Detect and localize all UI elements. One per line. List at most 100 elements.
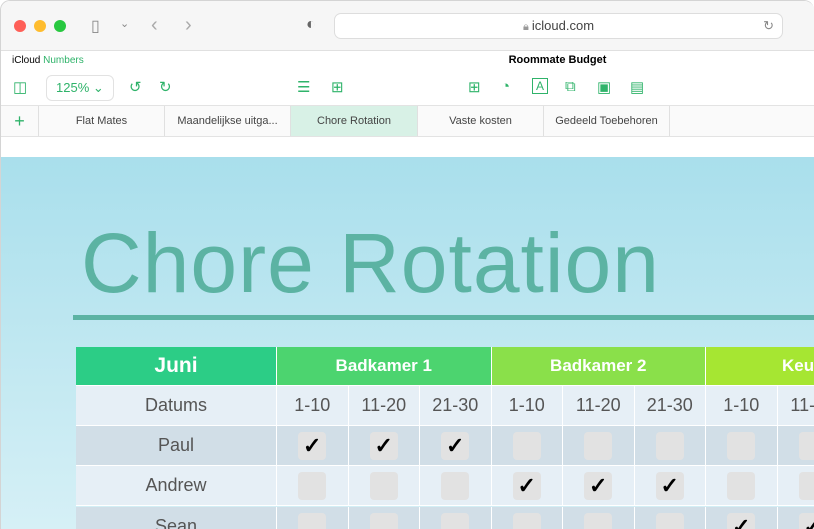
checkbox-cell bbox=[563, 426, 635, 466]
checkbox-cell bbox=[777, 466, 814, 506]
row-name: Andrew bbox=[76, 466, 277, 506]
checkbox[interactable] bbox=[727, 431, 756, 460]
tab-maandelijkse[interactable]: Maandelijkse uitga... bbox=[165, 106, 291, 136]
date-header: 11-20 bbox=[563, 386, 635, 426]
checkbox-cell bbox=[348, 466, 420, 506]
date-header: 1-10 bbox=[706, 386, 778, 426]
table-icon[interactable]: ⊞ bbox=[468, 78, 481, 96]
sheet-canvas: Chore Rotation Juni Badkamer 1 Badkamer 2K… bbox=[1, 157, 814, 529]
tab-chore-rotation[interactable]: Chore Rotation bbox=[291, 106, 418, 136]
checkbox[interactable] bbox=[441, 512, 470, 529]
checkbox[interactable] bbox=[512, 431, 541, 460]
checkbox[interactable]: ✓ bbox=[798, 512, 814, 529]
checkbox[interactable] bbox=[369, 471, 398, 500]
date-header: 1-10 bbox=[491, 386, 563, 426]
date-header: 11-20 bbox=[777, 386, 814, 426]
checkbox[interactable]: ✓ bbox=[369, 431, 398, 460]
text-box-icon[interactable]: A bbox=[532, 78, 549, 94]
list-icon[interactable]: ☰ bbox=[297, 78, 310, 96]
checkbox-cell: ✓ bbox=[634, 466, 706, 506]
minimize-button[interactable] bbox=[34, 20, 46, 32]
zoom-button[interactable] bbox=[54, 20, 66, 32]
group-header: Badkamer 2 bbox=[491, 347, 706, 386]
checkbox-cell bbox=[634, 426, 706, 466]
tab-vaste-kosten[interactable]: Vaste kosten bbox=[418, 106, 544, 136]
browser-toolbar: ▯ ⌄ ‹ › ◐ 🔒︎ icloud.com ↻ bbox=[1, 1, 814, 51]
redo-icon[interactable]: ↻ bbox=[159, 78, 172, 96]
checkbox-cell: ✓ bbox=[420, 426, 492, 466]
checkbox[interactable]: ✓ bbox=[512, 471, 541, 500]
sidebar-icon[interactable]: ▯ bbox=[91, 16, 100, 36]
checkbox[interactable] bbox=[798, 471, 814, 500]
undo-icon[interactable]: ↺ bbox=[129, 78, 142, 96]
checkbox[interactable]: ✓ bbox=[727, 512, 756, 529]
checkbox[interactable]: ✓ bbox=[441, 431, 470, 460]
checkbox[interactable] bbox=[441, 471, 470, 500]
checkbox-cell bbox=[420, 466, 492, 506]
checkbox-cell bbox=[277, 466, 349, 506]
checkbox[interactable] bbox=[298, 471, 327, 500]
checkbox[interactable] bbox=[727, 471, 756, 500]
sidebar-toggle-icon[interactable]: ◫ bbox=[13, 78, 27, 96]
checkbox-cell bbox=[777, 426, 814, 466]
checkbox[interactable]: ✓ bbox=[584, 471, 613, 500]
url-text: icloud.com bbox=[531, 18, 595, 33]
forward-icon[interactable]: › bbox=[185, 14, 192, 37]
back-icon[interactable]: ‹ bbox=[151, 14, 158, 37]
sheet-title: Chore Rotation bbox=[81, 216, 660, 310]
checkbox[interactable] bbox=[584, 512, 613, 529]
date-header: 1-10 bbox=[277, 386, 349, 426]
sheet-tabs: + Flat Mates Maandelijkse uitga... Chore… bbox=[1, 106, 814, 137]
checkbox-cell: ✓ bbox=[277, 426, 349, 466]
group-header: Keuken bbox=[706, 347, 814, 386]
tab-gedeeld-toebehoren[interactable]: Gedeeld Toebehoren bbox=[544, 106, 670, 136]
corner-header: Juni bbox=[76, 347, 277, 386]
checkbox[interactable] bbox=[798, 431, 814, 460]
checkbox-cell bbox=[563, 507, 635, 529]
lock-icon: 🔒︎ bbox=[522, 21, 532, 33]
close-button[interactable] bbox=[14, 20, 26, 32]
chart-icon[interactable]: ◔ bbox=[501, 78, 510, 95]
title-divider bbox=[73, 315, 814, 320]
checkbox-cell: ✓ bbox=[491, 466, 563, 506]
numbers-toolbar: iCloud Numbers Roommate Budget ◫ 125% ⌄ … bbox=[1, 51, 814, 106]
checkbox[interactable] bbox=[298, 512, 327, 529]
checkbox[interactable] bbox=[512, 512, 541, 529]
checkbox[interactable]: ✓ bbox=[298, 431, 327, 460]
address-bar[interactable]: 🔒︎ icloud.com ↻ bbox=[334, 13, 783, 39]
reload-icon[interactable]: ↻ bbox=[763, 14, 774, 38]
date-header: 21-30 bbox=[634, 386, 706, 426]
checkbox-cell bbox=[491, 426, 563, 466]
checkbox-cell: ✓ bbox=[348, 426, 420, 466]
tab-flat-mates[interactable]: Flat Mates bbox=[39, 106, 165, 136]
checkbox[interactable] bbox=[655, 512, 684, 529]
shape-icon[interactable]: ⧉ bbox=[565, 78, 576, 95]
checkbox-cell bbox=[634, 507, 706, 529]
checkbox[interactable] bbox=[655, 431, 684, 460]
checkbox-cell: ✓ bbox=[563, 466, 635, 506]
checkbox-cell: ✓ bbox=[706, 507, 778, 529]
checkbox-cell bbox=[491, 507, 563, 529]
comment-icon[interactable]: ▤ bbox=[630, 78, 644, 96]
checkbox-cell bbox=[277, 507, 349, 529]
date-header: 11-20 bbox=[348, 386, 420, 426]
table-resize-icon[interactable]: ⊞ bbox=[331, 78, 344, 96]
chevron-down-icon[interactable]: ⌄ bbox=[120, 17, 129, 30]
row-header-label: Datums bbox=[76, 386, 277, 426]
row-name: Sean bbox=[76, 507, 277, 529]
row-name: Paul bbox=[76, 426, 277, 466]
document-title: Roommate Budget bbox=[508, 54, 607, 66]
checkbox[interactable]: ✓ bbox=[655, 471, 684, 500]
checkbox-cell bbox=[420, 507, 492, 529]
date-header: 21-30 bbox=[420, 386, 492, 426]
image-icon[interactable]: ▣ bbox=[597, 78, 611, 96]
checkbox[interactable] bbox=[584, 431, 613, 460]
checkbox[interactable] bbox=[369, 512, 398, 529]
checkbox-cell: ✓ bbox=[777, 507, 814, 529]
shield-icon[interactable]: ◐ bbox=[306, 16, 316, 34]
browser-window: ▯ ⌄ ‹ › ◐ 🔒︎ icloud.com ↻ iCloud Numbers… bbox=[0, 0, 814, 529]
add-sheet-button[interactable]: + bbox=[1, 106, 39, 136]
checkbox-cell bbox=[706, 426, 778, 466]
group-header: Badkamer 1 bbox=[277, 347, 492, 386]
zoom-select[interactable]: 125% ⌄ bbox=[46, 75, 114, 101]
